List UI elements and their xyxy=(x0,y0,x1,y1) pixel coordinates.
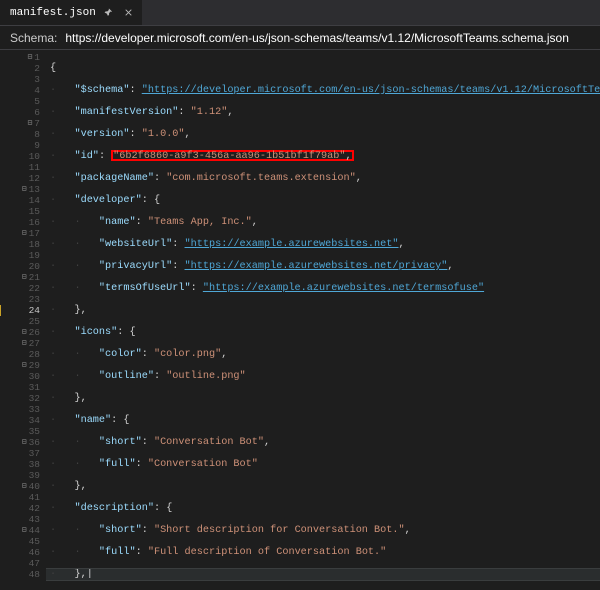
cursor-line: · },| xyxy=(46,569,600,580)
highlighted-id: "6b2f6860-a9f3-456a-aa96-1b51bf1f79ab", xyxy=(111,150,353,161)
schema-url[interactable]: https://developer.microsoft.com/en-us/js… xyxy=(65,31,590,45)
fold-icon[interactable]: ⊟ xyxy=(19,272,27,283)
tab-bar: manifest.json xyxy=(0,0,600,26)
close-icon[interactable] xyxy=(122,6,136,20)
fold-icon[interactable]: ⊟ xyxy=(19,481,27,492)
fold-icon[interactable]: ⊟ xyxy=(19,360,27,371)
fold-icon[interactable]: ⊟ xyxy=(24,52,32,63)
fold-icon[interactable]: ⊟ xyxy=(19,338,27,349)
fold-icon[interactable]: ⊟ xyxy=(19,525,27,536)
code-area[interactable]: { · "$schema": "https://developer.micros… xyxy=(46,50,600,590)
fold-icon[interactable]: ⊟ xyxy=(19,327,27,338)
tab-filename: manifest.json xyxy=(10,7,96,19)
fold-icon[interactable]: ⊟ xyxy=(24,118,32,129)
schema-bar: Schema: https://developer.microsoft.com/… xyxy=(0,26,600,50)
fold-icon[interactable]: ⊟ xyxy=(19,228,27,239)
tab-manifest-json[interactable]: manifest.json xyxy=(0,0,142,25)
pin-icon[interactable] xyxy=(102,6,116,20)
schema-label: Schema: xyxy=(10,31,57,45)
fold-icon[interactable]: ⊟ xyxy=(19,437,27,448)
fold-icon[interactable]: ⊟ xyxy=(19,184,27,195)
line-number-gutter: ⊟1 23456 ⊟7 89101112 ⊟13 141516 ⊟17 1819… xyxy=(0,50,46,590)
active-line-marker: 24 xyxy=(0,305,44,316)
code-editor[interactable]: ⊟1 23456 ⊟7 89101112 ⊟13 141516 ⊟17 1819… xyxy=(0,50,600,590)
